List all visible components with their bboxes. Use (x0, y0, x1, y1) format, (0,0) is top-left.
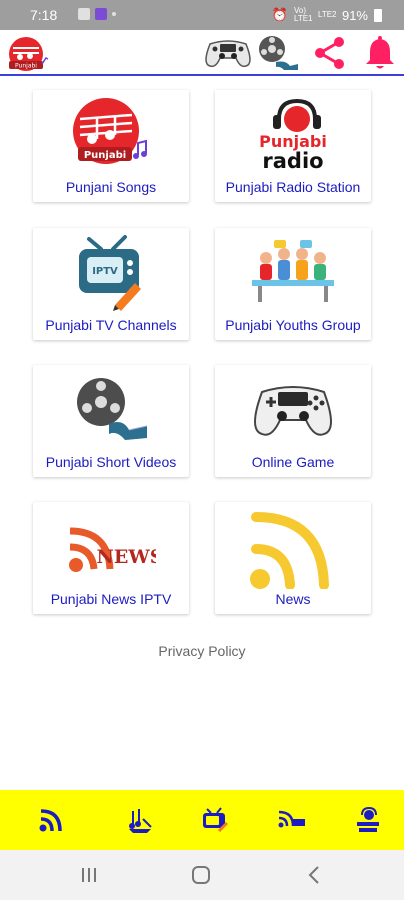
nav-tv[interactable] (201, 806, 229, 834)
radio-icon (357, 807, 379, 832)
battery-icon (374, 8, 382, 22)
punjabi-logo-icon: Punjabi (9, 37, 49, 71)
privacy-policy-link[interactable]: Privacy Policy (0, 643, 404, 659)
recent-apps-button[interactable] (76, 863, 102, 887)
tile-label: Punjabi Short Videos (45, 454, 177, 470)
back-icon (308, 866, 319, 884)
songs-badge-text: Punjabi (84, 150, 126, 161)
tile-label: Punjani Songs (65, 179, 157, 195)
clock: 7:18 (30, 7, 58, 23)
youth-group-icon (252, 240, 334, 302)
share-icon (315, 37, 344, 69)
film-reel-icon (77, 378, 148, 440)
game-header-button[interactable] (202, 34, 254, 72)
home-button[interactable] (188, 863, 214, 887)
tile-label: Online Game (251, 454, 335, 470)
nav-news[interactable] (278, 806, 306, 834)
iptv-icon: IPTV (79, 235, 141, 311)
tile-label: News (275, 591, 311, 607)
rss-icon (250, 512, 329, 589)
tile-label: Punjabi Radio Station (225, 179, 361, 195)
tile-label: Punjabi Youths Group (225, 317, 361, 333)
logo-text: Punjabi (15, 63, 37, 70)
app-notification-icon (95, 8, 107, 20)
nav-radio[interactable] (354, 806, 382, 834)
tile-punjabi-tv[interactable]: IPTV Punjabi TV Channels (33, 228, 189, 340)
back-button[interactable] (302, 863, 328, 887)
notification-icons (78, 8, 116, 20)
gamepad-icon (205, 40, 251, 68)
tile-label: Punjabi TV Channels (45, 317, 177, 333)
recents-icon (82, 868, 96, 882)
more-notifications-icon (112, 12, 116, 16)
punjabi-songs-icon: Punjabi (73, 98, 147, 164)
notifications-button[interactable] (362, 34, 398, 72)
tile-news[interactable]: News (215, 502, 371, 614)
rss-icon (39, 809, 62, 832)
system-navigation-bar (0, 850, 404, 900)
app-bar-divider (0, 74, 404, 76)
signal-text-top: Vo) LTE1 (293, 6, 313, 23)
film-reel-icon (259, 36, 298, 70)
tile-short-videos[interactable]: Punjabi Short Videos (33, 365, 189, 477)
home-icon (192, 866, 210, 884)
news-badge: NEWS (97, 546, 156, 568)
gallery-icon (78, 8, 90, 20)
punjabi-radio-icon: Punjabi radio (259, 98, 327, 173)
news-icon (278, 810, 305, 828)
status-bar: 7:18 ⏰ Vo) LTE1 LTE2 91% (0, 0, 404, 30)
signal-text-bottom: LTE2 (317, 10, 337, 19)
tile-news-iptv[interactable]: NEWS Punjabi News IPTV (33, 502, 189, 614)
bell-icon (366, 36, 394, 69)
bottom-navigation (0, 790, 404, 850)
share-button[interactable] (310, 34, 350, 72)
tile-punjabi-radio[interactable]: Punjabi radio Punjabi Radio Station (215, 90, 371, 202)
news-rss-icon: NEWS (69, 527, 156, 572)
app-logo[interactable]: Punjabi (4, 34, 50, 74)
tile-punjabi-songs[interactable]: Punjabi Punjani Songs (33, 90, 189, 202)
alarm-icon: ⏰ (271, 7, 288, 22)
radio-badge-bottom: radio (262, 149, 323, 173)
tile-online-game[interactable]: Online Game (215, 365, 371, 477)
song-icon (129, 809, 152, 833)
gamepad-icon (254, 386, 332, 436)
videos-header-button[interactable] (254, 34, 300, 72)
tile-label: Punjabi News IPTV (50, 591, 172, 607)
system-status: ⏰ Vo) LTE1 LTE2 91% (272, 7, 382, 23)
tile-youth-group[interactable]: Punjabi Youths Group (215, 228, 371, 340)
app-bar: Punjabi (0, 30, 404, 76)
tv-icon (203, 807, 229, 833)
nav-songs[interactable] (126, 806, 154, 834)
nav-rss[interactable] (37, 806, 65, 834)
iptv-badge: IPTV (92, 266, 118, 277)
battery-percent: 91% (341, 7, 368, 23)
